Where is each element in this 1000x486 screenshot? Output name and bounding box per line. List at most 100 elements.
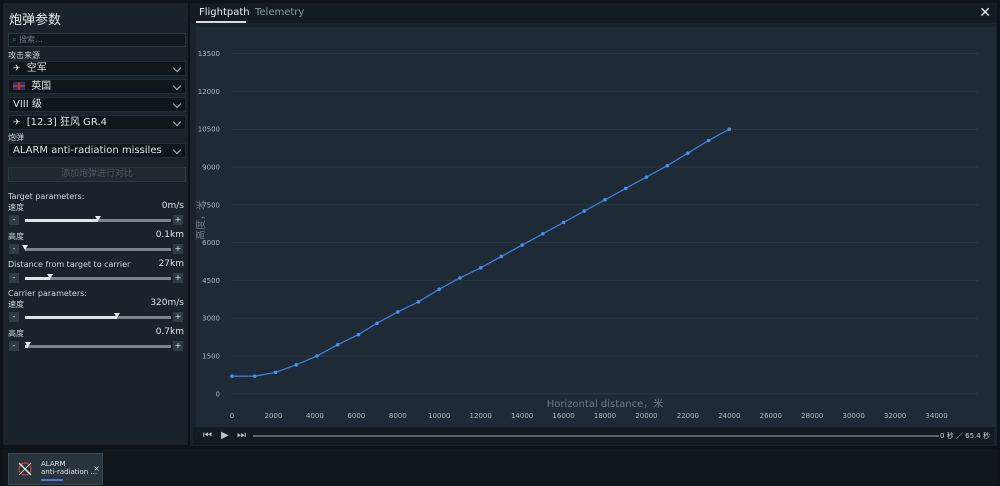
carrier-alt-slider[interactable] (24, 342, 171, 348)
playback-bar: ⏮ ▶ ⏭ 0 秒 ／ 65.4 秒 (193, 427, 994, 445)
x-tick-label: 14000 (511, 412, 533, 420)
flightpath-point (644, 175, 649, 179)
flightpath-point (686, 151, 690, 155)
chevron-down-icon (172, 81, 182, 91)
x-tick-label: 18000 (594, 412, 616, 420)
x-tick-label: 26000 (760, 412, 782, 420)
tab-telemetry[interactable]: Telemetry (255, 7, 304, 18)
chart-panel: Flightpath Telemetry ✕ 0 1500 3000 4500 6000… (190, 3, 997, 446)
search-input[interactable]: ⌕ 搜索... (8, 33, 186, 47)
flightpath-point (623, 186, 628, 191)
flightpath-point (294, 363, 299, 367)
flightpath-point (315, 354, 319, 358)
distance-value: 27km (158, 259, 184, 269)
chevron-down-icon (172, 99, 182, 109)
target-alt-plus-button[interactable]: + (173, 244, 183, 254)
select-branch[interactable]: ✈ 空军 (8, 61, 186, 76)
select-country[interactable]: 英国 (8, 79, 186, 94)
chevron-down-icon (172, 63, 182, 73)
flightpath-point (335, 342, 340, 347)
flightpath-point (541, 231, 545, 236)
x-tick-label: 6000 (347, 412, 365, 420)
x-tick-label: 32000 (884, 412, 906, 420)
y-tick-label: 9000 (202, 164, 220, 172)
target-params-heading: Target parameters: (8, 192, 85, 201)
flightpath-point (273, 370, 278, 375)
shell-card[interactable]: ALARM anti-radiation ... × (8, 453, 103, 485)
remove-shell-button[interactable]: × (93, 464, 100, 473)
flightpath-point (458, 276, 462, 280)
y-tick-label: 12000 (198, 88, 220, 96)
carrier-speed-value: 320m/s (150, 298, 184, 308)
jet-icon: ✈ (13, 118, 21, 128)
x-tick-label: 28000 (801, 412, 823, 420)
carrier-alt-plus-button[interactable]: + (173, 341, 183, 351)
flightpath-point (437, 287, 442, 292)
flightpath-point (478, 266, 483, 270)
add-compare-button[interactable]: 添加炮弹进行对比 (8, 167, 186, 182)
distance-plus-button[interactable]: + (173, 273, 183, 283)
flightpath-point (356, 332, 361, 337)
distance-minus-button[interactable]: - (9, 273, 19, 283)
flightpath-point (375, 321, 379, 326)
x-tick-label: 20000 (635, 412, 657, 420)
target-speed-slider[interactable] (25, 216, 171, 222)
missile-icon (18, 462, 32, 476)
carrier-params-heading: Carrier parameters: (8, 289, 87, 298)
search-placeholder: 搜索... (19, 35, 43, 44)
play-icon[interactable]: ▶ (221, 430, 229, 441)
search-icon: ⌕ (12, 35, 17, 44)
active-tab-indicator (196, 21, 246, 23)
shell-parameters-panel: 炮弹参数 ⌕ 搜索... 攻击来源 ✈ 空军 英国 VIII 级 ✈ [12.3… (3, 3, 188, 445)
flightpath-point (230, 374, 234, 378)
select-shell-value: ALARM anti-radiation missiles (13, 145, 162, 156)
close-icon[interactable]: ✕ (979, 5, 991, 21)
target-speed-plus-button[interactable]: + (173, 215, 183, 225)
carrier-speed-slider[interactable] (25, 313, 171, 319)
target-alt-label: 高度 (8, 232, 24, 241)
carrier-speed-minus-button[interactable]: - (9, 312, 19, 322)
select-vehicle-value: [12.3] 狂风 GR.4 (26, 117, 108, 128)
x-axis-label: Horizontal distance，米 (547, 397, 664, 410)
select-shell[interactable]: ALARM anti-radiation missiles (8, 143, 186, 158)
slider-thumb[interactable] (113, 313, 120, 318)
y-tick-label: 4500 (202, 277, 220, 285)
timeline-scrubber[interactable] (253, 435, 939, 437)
shell-card-subtitle: anti-radiation ... (41, 468, 98, 476)
x-tick-label: 10000 (428, 412, 450, 420)
carrier-speed-label: 速度 (8, 300, 24, 309)
flightpath-point (252, 374, 257, 378)
flightpath-point (582, 209, 587, 213)
carrier-speed-plus-button[interactable]: + (173, 312, 183, 322)
x-tick-label: 22000 (677, 412, 699, 420)
flightpath-point (520, 243, 524, 247)
target-speed-minus-button[interactable]: - (9, 215, 19, 225)
slider-thumb[interactable] (24, 342, 31, 347)
target-alt-minus-button[interactable]: - (9, 244, 19, 254)
slider-thumb[interactable] (22, 245, 28, 250)
skip-forward-icon[interactable]: ⏭ (237, 430, 246, 441)
skip-back-icon[interactable]: ⏮ (203, 430, 212, 441)
flightpath-point (561, 220, 566, 225)
y-tick-label: 3000 (202, 315, 220, 323)
x-tick-label: 16000 (552, 412, 574, 420)
target-speed-label: 速度 (8, 203, 24, 212)
carrier-alt-minus-button[interactable]: - (9, 341, 19, 351)
slider-thumb[interactable] (95, 216, 101, 221)
carrier-alt-label: 高度 (8, 329, 24, 338)
target-alt-value: 0.1km (155, 230, 184, 240)
shell-card-title: ALARM (41, 460, 66, 468)
y-axis-label: 高度，米 (196, 200, 207, 240)
y-tick-label: 10500 (198, 126, 220, 134)
target-speed-value: 0m/s (161, 201, 184, 211)
select-rank[interactable]: VIII 级 (8, 97, 186, 112)
flightpath-point (727, 127, 732, 131)
x-tick-label: 0 (230, 412, 234, 420)
flightpath-line (232, 128, 730, 377)
distance-slider[interactable] (25, 274, 171, 280)
slider-thumb[interactable] (46, 274, 53, 279)
tab-bar: Flightpath Telemetry ✕ (190, 3, 997, 23)
target-alt-slider[interactable] (22, 245, 171, 251)
tab-flightpath[interactable]: Flightpath (199, 7, 250, 18)
select-vehicle[interactable]: ✈ [12.3] 狂风 GR.4 (8, 115, 186, 130)
